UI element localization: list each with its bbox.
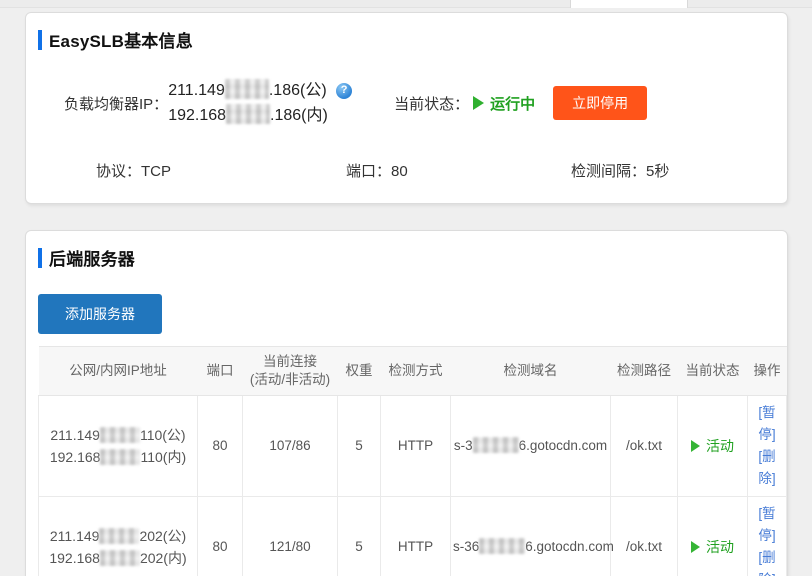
column-header-domain: 检测域名: [451, 347, 611, 396]
stats-row: 协议：TCP 端口：80 检测间隔：5秒: [96, 160, 775, 181]
server-method-cell: HTTP: [381, 396, 451, 497]
port-label: 端口：: [346, 163, 391, 180]
lb-ip-label: 负载均衡器IP：: [64, 93, 168, 114]
lb-ip-values: 211.149 .186(公) ? 192.168 .186(内): [168, 78, 352, 128]
column-header-method: 检测方式: [381, 347, 451, 396]
column-header-path: 检测路径: [611, 347, 678, 396]
current-status-group: 当前状态： 运行中: [394, 93, 535, 114]
server-ip-cell: 211.149110(公) 192.168110(内): [39, 396, 198, 497]
private-ip-prefix: 192.168: [168, 107, 226, 124]
redacted-ip-segment: [100, 449, 140, 465]
server-ip-cell: 211.149202(公) 192.168202(内): [39, 497, 198, 576]
private-ip-line: 192.168 .186(内): [168, 103, 352, 128]
help-icon[interactable]: ?: [336, 83, 352, 99]
server-weight-cell: 5: [338, 396, 381, 497]
column-header-status: 当前状态: [678, 347, 748, 396]
status-value: 运行中: [490, 93, 535, 114]
browser-tab-strip: [0, 0, 812, 8]
private-ip-suffix: .186(内): [270, 107, 328, 124]
backend-servers-panel: 后端服务器 添加服务器 公网/内网IP地址 端口 当前连接(活动/非活动) 权重…: [25, 230, 788, 576]
interval-stat: 检测间隔：5秒: [571, 160, 669, 181]
play-icon: [473, 96, 484, 110]
server-actions-cell: [暂停] [删除]: [748, 396, 787, 497]
redacted-ip-segment: [225, 79, 269, 99]
port-value: 80: [391, 163, 408, 180]
page-content: EasySLB基本信息 负载均衡器IP： 211.149 .186(公) ? 19…: [0, 8, 812, 576]
stop-now-button[interactable]: 立即停用: [553, 86, 647, 120]
server-connections-cell: 107/86: [243, 396, 338, 497]
lb-info-row: 负载均衡器IP： 211.149 .186(公) ? 192.168 .186(内)…: [64, 78, 775, 128]
basic-info-panel: EasySLB基本信息 负载均衡器IP： 211.149 .186(公) ? 19…: [25, 12, 788, 204]
basic-info-title-row: EasySLB基本信息: [38, 27, 775, 52]
backend-servers-title-row: 后端服务器: [38, 245, 775, 270]
add-server-button[interactable]: 添加服务器: [38, 294, 162, 334]
protocol-label: 协议：: [96, 163, 141, 180]
server-status-cell: 活动: [678, 497, 748, 576]
active-tab-remnant: [570, 0, 688, 8]
server-port-cell: 80: [198, 396, 243, 497]
title-accent-bar: [38, 248, 42, 268]
table-header-row: 公网/内网IP地址 端口 当前连接(活动/非活动) 权重 检测方式 检测域名 检…: [39, 347, 787, 396]
play-icon: [691, 440, 700, 452]
redacted-ip-segment: [99, 528, 139, 544]
column-header-weight: 权重: [338, 347, 381, 396]
delete-link[interactable]: [删除]: [750, 547, 784, 576]
protocol-stat: 协议：TCP: [96, 160, 346, 181]
delete-link[interactable]: [删除]: [750, 446, 784, 490]
redacted-ip-segment: [226, 104, 270, 124]
status-label: 当前状态：: [394, 93, 469, 114]
server-port-cell: 80: [198, 497, 243, 576]
table-row: 211.149202(公) 192.168202(内) 80 121/80 5 …: [39, 497, 787, 576]
pause-link[interactable]: [暂停]: [750, 503, 784, 547]
server-method-cell: HTTP: [381, 497, 451, 576]
server-actions-cell: [暂停] [删除]: [748, 497, 787, 576]
title-accent-bar: [38, 30, 42, 50]
column-header-port: 端口: [198, 347, 243, 396]
redacted-domain-segment: [479, 538, 525, 554]
server-weight-cell: 5: [338, 497, 381, 576]
column-header-actions: 操作: [748, 347, 787, 396]
redacted-ip-segment: [100, 550, 140, 566]
protocol-value: TCP: [141, 163, 171, 180]
pause-link[interactable]: [暂停]: [750, 402, 784, 446]
server-path-cell: /ok.txt: [611, 497, 678, 576]
port-stat: 端口：80: [346, 160, 571, 181]
public-ip-prefix: 211.149: [168, 82, 225, 99]
panel-title: 后端服务器: [49, 245, 135, 270]
server-connections-cell: 121/80: [243, 497, 338, 576]
table-row: 211.149110(公) 192.168110(内) 80 107/86 5 …: [39, 396, 787, 497]
play-icon: [691, 541, 700, 553]
interval-value: 5秒: [646, 163, 669, 180]
server-path-cell: /ok.txt: [611, 396, 678, 497]
servers-table: 公网/内网IP地址 端口 当前连接(活动/非活动) 权重 检测方式 检测域名 检…: [38, 346, 787, 576]
redacted-ip-segment: [100, 427, 140, 443]
server-domain-cell: s-36.gotocdn.com: [451, 396, 611, 497]
redacted-domain-segment: [473, 437, 519, 453]
panel-title: EasySLB基本信息: [49, 27, 193, 52]
public-ip-suffix: .186(公): [269, 82, 327, 99]
column-header-ip: 公网/内网IP地址: [39, 347, 198, 396]
column-header-connections: 当前连接(活动/非活动): [243, 347, 338, 396]
server-status-cell: 活动: [678, 396, 748, 497]
server-domain-cell: s-366.gotocdn.com: [451, 497, 611, 576]
interval-label: 检测间隔：: [571, 163, 646, 180]
public-ip-line: 211.149 .186(公) ?: [168, 78, 352, 103]
